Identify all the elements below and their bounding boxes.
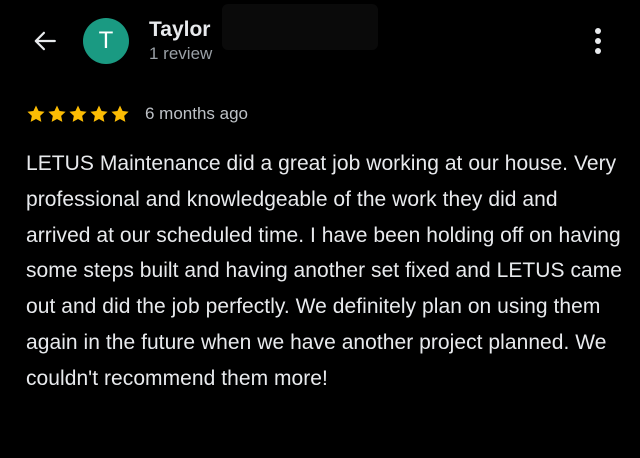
more-options-button[interactable] — [584, 24, 612, 58]
back-button[interactable] — [28, 24, 62, 58]
avatar[interactable]: T — [83, 18, 129, 64]
star-icon — [111, 105, 129, 122]
star-icon — [48, 105, 66, 122]
avatar-letter: T — [98, 27, 114, 54]
rating-row: 6 months ago — [26, 101, 248, 127]
star-icon — [90, 105, 108, 122]
review-count: 1 review — [149, 44, 213, 63]
redaction-block — [222, 4, 378, 50]
review-header: T Taylor 1 review — [0, 0, 640, 90]
more-vertical-icon-dot — [595, 48, 601, 54]
reviewer-name[interactable]: Taylor — [149, 17, 210, 43]
review-time: 6 months ago — [145, 104, 249, 123]
arrow-left-icon — [34, 31, 56, 51]
more-vertical-icon-dot — [595, 38, 601, 44]
review-text: LETUS Maintenance did a great job workin… — [26, 152, 623, 390]
star-icon — [69, 105, 87, 122]
star-icon — [27, 105, 45, 122]
more-vertical-icon — [595, 28, 601, 34]
star-rating — [26, 104, 130, 124]
